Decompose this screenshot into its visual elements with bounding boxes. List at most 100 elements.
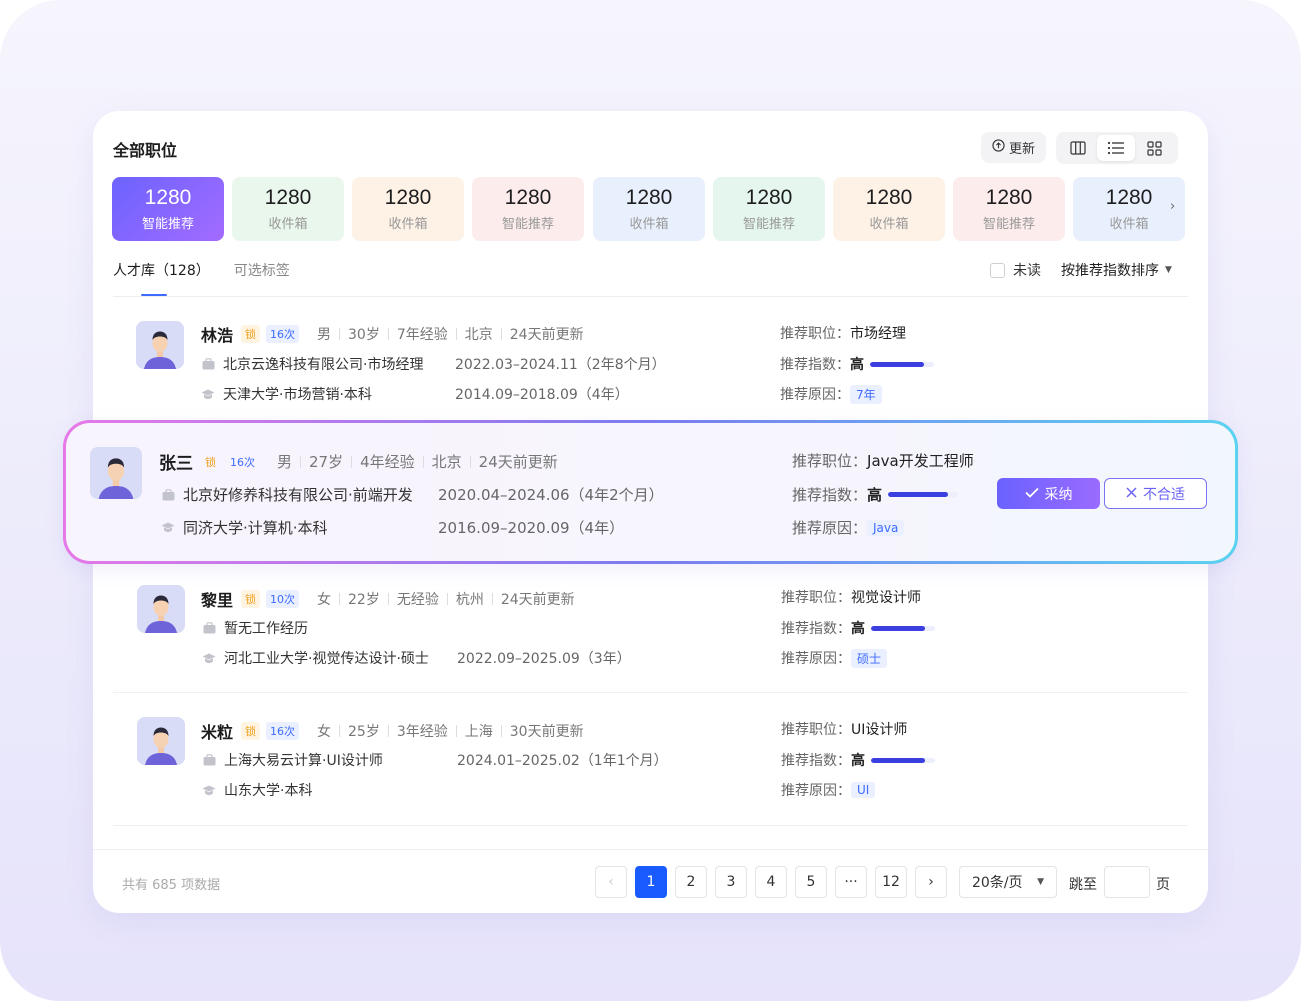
stat-card[interactable]: 1280 收件箱 bbox=[593, 177, 705, 241]
briefcase-icon bbox=[202, 753, 216, 767]
unread-filter[interactable]: 未读 bbox=[990, 260, 1041, 280]
candidate-name[interactable]: 林浩 bbox=[201, 322, 233, 346]
experience: 7年经验 bbox=[396, 327, 448, 343]
reason-tag: UI bbox=[851, 782, 876, 798]
list-view-button[interactable] bbox=[1097, 135, 1135, 161]
recommend-index: 高 bbox=[851, 753, 865, 769]
update-label: 更新 bbox=[1008, 142, 1035, 157]
recommend-reason-label: 推荐原因： bbox=[781, 783, 851, 799]
page-button[interactable]: 3 bbox=[715, 866, 747, 898]
education: 山东大学·本科 bbox=[224, 783, 313, 799]
separator bbox=[491, 593, 493, 605]
recommend-reason-label: 推荐原因： bbox=[792, 519, 868, 537]
graduation-cap-icon bbox=[161, 521, 175, 535]
recommend-position-label: 推荐职位： bbox=[780, 326, 850, 342]
city: 北京 bbox=[464, 327, 493, 343]
candidate-header: 张三 锁 16次 男 27岁 4年经验 北京 24天前更新 bbox=[159, 449, 558, 474]
tab-optional-tags[interactable]: 可选标签 bbox=[234, 260, 290, 280]
stat-label: 收件箱 bbox=[869, 217, 909, 232]
stat-card[interactable]: 1280 收件箱 bbox=[1073, 177, 1185, 241]
work-line: 暂无工作经历 bbox=[202, 618, 308, 638]
separator bbox=[455, 725, 457, 737]
stat-label: 收件箱 bbox=[388, 217, 428, 232]
view-count-badge: 16次 bbox=[266, 722, 300, 740]
separator bbox=[351, 455, 353, 468]
pagination: ‹ 1 2 3 4 5 ··· 12 › bbox=[595, 866, 947, 898]
experience: 3年经验 bbox=[396, 724, 448, 740]
separator bbox=[500, 328, 502, 340]
candidate-name[interactable]: 米粒 bbox=[201, 719, 233, 743]
stat-count: 1280 bbox=[865, 186, 913, 209]
stat-card[interactable]: 1280 收件箱 bbox=[232, 177, 344, 241]
recommend-index-line: 推荐指数： 高 bbox=[792, 484, 959, 505]
page-title: 全部职位 bbox=[113, 141, 178, 160]
stat-count: 1280 bbox=[264, 186, 312, 209]
columns-icon bbox=[1070, 141, 1086, 155]
page-button[interactable]: 2 bbox=[675, 866, 707, 898]
city: 上海 bbox=[464, 724, 493, 740]
view-count-badge: 10次 bbox=[266, 590, 300, 608]
recommend-index-label: 推荐指数： bbox=[792, 486, 868, 504]
gender: 女 bbox=[317, 724, 332, 740]
page-size-select[interactable]: 20条/页 ▼ bbox=[959, 866, 1057, 898]
lock-badge: 锁 bbox=[241, 722, 261, 740]
tab-talent-pool[interactable]: 人才库（128） bbox=[113, 260, 210, 280]
stat-count: 1280 bbox=[1105, 186, 1153, 209]
candidate-name[interactable]: 黎里 bbox=[201, 587, 233, 611]
recommend-position-label: 推荐职位： bbox=[781, 722, 851, 738]
accept-button[interactable]: 采纳 bbox=[997, 478, 1100, 509]
caret-down-icon: ▼ bbox=[1037, 877, 1044, 887]
columns-view-button[interactable] bbox=[1059, 135, 1097, 161]
page-button[interactable]: 5 bbox=[795, 866, 827, 898]
age: 30岁 bbox=[348, 327, 380, 343]
stat-label: 收件箱 bbox=[1109, 217, 1149, 232]
page-button[interactable]: 4 bbox=[755, 866, 787, 898]
stat-card[interactable]: 1280 收件箱 bbox=[352, 177, 464, 241]
sort-dropdown[interactable]: 按推荐指数排序 ▼ bbox=[1061, 260, 1172, 280]
candidate-header: 林浩 锁 16次 男 30岁 7年经验 北京 24天前更新 bbox=[201, 322, 584, 346]
stat-card[interactable]: 1280 智能推荐 bbox=[112, 177, 224, 241]
separator bbox=[339, 725, 341, 737]
age: 22岁 bbox=[348, 592, 380, 608]
prev-page-button[interactable]: ‹ bbox=[595, 866, 627, 898]
age: 25岁 bbox=[348, 724, 380, 740]
education-line: 河北工业大学·视觉传达设计·硕士 2022.09–2025.09（3年） bbox=[202, 648, 631, 668]
experience: 4年经验 bbox=[360, 453, 415, 471]
stat-card[interactable]: 1280 智能推荐 bbox=[953, 177, 1065, 241]
caret-down-icon: ▼ bbox=[1165, 265, 1172, 275]
work-experience: 暂无工作经历 bbox=[224, 621, 308, 637]
candidate-name[interactable]: 张三 bbox=[159, 449, 193, 474]
city: 北京 bbox=[431, 453, 462, 471]
grid-view-button[interactable] bbox=[1135, 135, 1173, 161]
age: 27岁 bbox=[309, 453, 344, 471]
recommend-index: 高 bbox=[851, 621, 865, 637]
jump-page-input[interactable] bbox=[1104, 866, 1150, 898]
graduation-cap-icon bbox=[202, 783, 216, 797]
page-ellipsis[interactable]: ··· bbox=[835, 866, 867, 898]
recommend-reason-line: 推荐原因： 硕士 bbox=[781, 648, 888, 668]
stat-card[interactable]: 1280 智能推荐 bbox=[713, 177, 825, 241]
candidate-header: 黎里 锁 10次 女 22岁 无经验 杭州 24天前更新 bbox=[201, 587, 575, 611]
update-button[interactable]: 更新 bbox=[981, 132, 1046, 163]
recommend-reason-label: 推荐原因： bbox=[781, 651, 851, 667]
unread-checkbox[interactable] bbox=[990, 262, 1005, 278]
next-page-button[interactable]: › bbox=[915, 866, 947, 898]
graduation-cap-icon bbox=[202, 651, 216, 665]
recommend-position-line: 推荐职位： UI设计师 bbox=[781, 719, 907, 739]
experience: 无经验 bbox=[396, 592, 439, 608]
page-button[interactable]: 1 bbox=[635, 866, 667, 898]
separator bbox=[469, 455, 471, 468]
total-count: 共有 685 项数据 bbox=[122, 878, 221, 893]
page-button[interactable]: 12 bbox=[875, 866, 907, 898]
sort-label: 按推荐指数排序 bbox=[1061, 263, 1159, 279]
lock-badge: 锁 bbox=[205, 455, 216, 469]
stat-card[interactable]: 1280 收件箱 bbox=[833, 177, 945, 241]
chevron-right-icon[interactable]: › bbox=[1170, 199, 1175, 214]
reject-button[interactable]: 不合适 bbox=[1104, 478, 1207, 509]
work-experience: 上海大易云计算·UI设计师 bbox=[224, 753, 383, 769]
separator bbox=[387, 593, 389, 605]
separator bbox=[339, 328, 341, 340]
avatar bbox=[137, 585, 185, 633]
stat-card[interactable]: 1280 智能推荐 bbox=[472, 177, 584, 241]
recommend-index-line: 推荐指数： 高 bbox=[780, 354, 934, 374]
